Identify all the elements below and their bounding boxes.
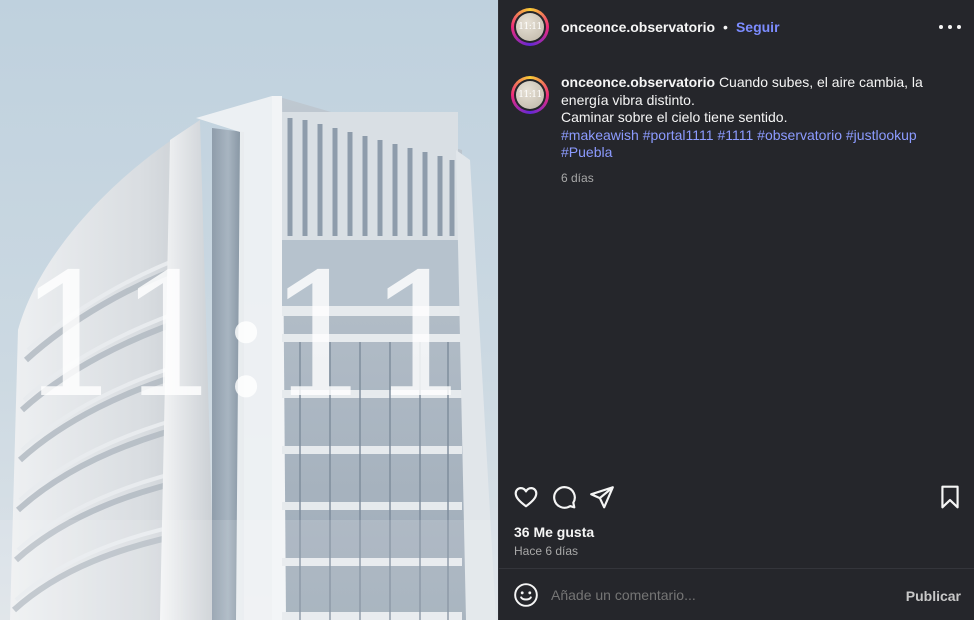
avatar[interactable]: 11:11 xyxy=(511,8,549,46)
username[interactable]: onceonce.observatorio xyxy=(561,19,715,35)
follow-button[interactable]: Seguir xyxy=(736,19,780,35)
likes-count[interactable]: 36 Me gusta xyxy=(514,524,594,540)
caption-block: 11:11 onceonce.observatorio Cuando subes… xyxy=(511,74,963,187)
avatar-logo: 11:11 xyxy=(516,81,544,109)
caption-text: onceonce.observatorio Cuando subes, el a… xyxy=(561,74,961,187)
instagram-post-view: 11:11 11:11 onceonce.observatorio • Segu… xyxy=(0,0,974,620)
image-overlay-text: 11:11 xyxy=(17,238,467,436)
comment-icon[interactable] xyxy=(551,484,577,510)
action-bar xyxy=(513,484,963,510)
comment-bar: Publicar xyxy=(499,570,974,620)
post-timestamp[interactable]: Hace 6 días xyxy=(514,544,578,558)
comment-input[interactable] xyxy=(551,587,881,603)
hashtag-link[interactable]: #1111 xyxy=(717,127,753,143)
avatar-logo: 11:11 xyxy=(516,13,544,41)
caption-username[interactable]: onceonce.observatorio xyxy=(561,74,715,90)
publish-button[interactable]: Publicar xyxy=(906,588,961,604)
heart-icon[interactable] xyxy=(513,484,539,510)
hashtag-list: #makeawish #portal1111 #1111 #observator… xyxy=(561,127,961,162)
hashtag-link[interactable]: #justlookup xyxy=(846,127,917,143)
hashtag-link[interactable]: #makeawish xyxy=(561,127,639,143)
hashtag-link[interactable]: #observatorio xyxy=(757,127,842,143)
post-image[interactable]: 11:11 xyxy=(0,0,498,620)
more-horizontal-icon[interactable] xyxy=(939,17,961,37)
hashtag-link[interactable]: #portal1111 xyxy=(643,127,714,143)
building-illustration: 11:11 xyxy=(0,0,498,620)
separator-dot: • xyxy=(723,19,728,35)
smiley-icon[interactable] xyxy=(513,582,539,608)
paper-plane-icon[interactable] xyxy=(589,484,615,510)
caption-line-2: Caminar sobre el cielo tiene sentido. xyxy=(561,109,788,125)
hashtag-link[interactable]: #Puebla xyxy=(561,144,612,160)
divider xyxy=(499,568,974,569)
post-header: 11:11 onceonce.observatorio • Seguir xyxy=(499,0,974,54)
caption-avatar[interactable]: 11:11 xyxy=(511,76,549,114)
bookmark-icon[interactable] xyxy=(937,484,963,510)
post-side-panel: 11:11 onceonce.observatorio • Seguir 11:… xyxy=(498,0,974,620)
caption-timestamp[interactable]: 6 días xyxy=(561,170,961,188)
